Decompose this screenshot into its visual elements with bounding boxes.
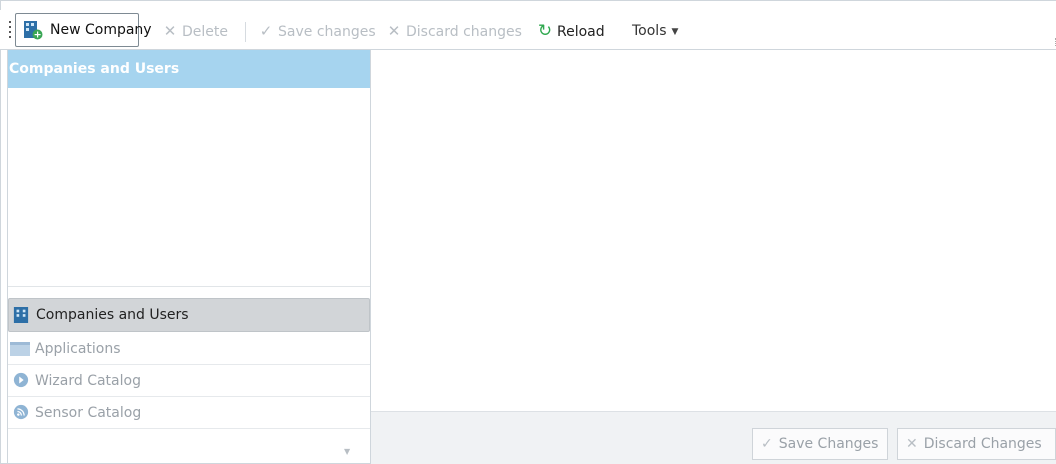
- close-icon: ✕: [387, 22, 401, 40]
- panel-header-title: Companies and Users: [9, 61, 180, 77]
- checkmark-icon: ✓: [259, 22, 273, 40]
- sensor-icon: [13, 404, 29, 420]
- save-changes-label: Save changes: [278, 24, 376, 40]
- toolbar: New Company ✕ Delete ✓ Save changes ✕ Disca…: [0, 10, 1056, 50]
- new-company-icon: [24, 21, 43, 40]
- applications-icon: [10, 342, 30, 356]
- nav-item-applications[interactable]: Applications: [8, 333, 370, 365]
- footer-discard-changes-button[interactable]: ✕ Discard Changes: [897, 428, 1056, 460]
- nav-overflow-chevron-down-icon[interactable]: ▼: [344, 447, 350, 456]
- nav-item-wizard-catalog[interactable]: Wizard Catalog: [8, 365, 370, 397]
- companies-icon: [13, 307, 29, 323]
- nav-item-label: Wizard Catalog: [35, 373, 141, 389]
- nav-item-sensor-catalog[interactable]: Sensor Catalog: [8, 397, 370, 429]
- footer-save-label: Save Changes: [778, 436, 879, 452]
- nav-item-label: Companies and Users: [36, 307, 189, 323]
- detail-footer: ✓ Save Changes ✕ Discard Changes: [371, 411, 1056, 464]
- panel-splitter[interactable]: [8, 286, 370, 300]
- left-panel: Companies and Users Companies and Users …: [7, 50, 371, 464]
- checkmark-icon: ✓: [761, 436, 773, 452]
- reload-icon: ↻: [537, 21, 553, 41]
- reload-button[interactable]: ↻ Reload: [537, 16, 605, 46]
- footer-discard-label: Discard Changes: [923, 436, 1042, 452]
- detail-panel: ✓ Save Changes ✕ Discard Changes: [371, 50, 1056, 464]
- save-changes-button[interactable]: ✓ Save changes: [258, 16, 376, 46]
- wizard-icon: [13, 372, 29, 388]
- chevron-down-icon: ▼: [671, 27, 679, 37]
- tools-menu[interactable]: Tools ▼: [632, 16, 678, 46]
- panel-header: Companies and Users: [8, 50, 370, 88]
- new-company-button[interactable]: New Company: [15, 13, 152, 47]
- new-company-label: New Company: [50, 22, 152, 38]
- close-icon: ✕: [906, 436, 918, 452]
- toolbar-grip[interactable]: [9, 21, 12, 39]
- nav-item-companies-and-users[interactable]: Companies and Users: [8, 298, 370, 332]
- nav-item-label: Sensor Catalog: [35, 405, 142, 421]
- footer-save-changes-button[interactable]: ✓ Save Changes: [752, 428, 888, 460]
- nav-item-label: Applications: [35, 341, 121, 357]
- toolbar-divider: [245, 22, 246, 42]
- discard-changes-button[interactable]: ✕ Discard changes: [386, 16, 522, 46]
- close-icon: ✕: [163, 22, 177, 40]
- delete-button[interactable]: ✕ Delete: [162, 16, 228, 46]
- tools-label: Tools: [632, 23, 667, 39]
- reload-label: Reload: [557, 24, 605, 40]
- discard-changes-label: Discard changes: [406, 24, 522, 40]
- delete-label: Delete: [182, 24, 228, 40]
